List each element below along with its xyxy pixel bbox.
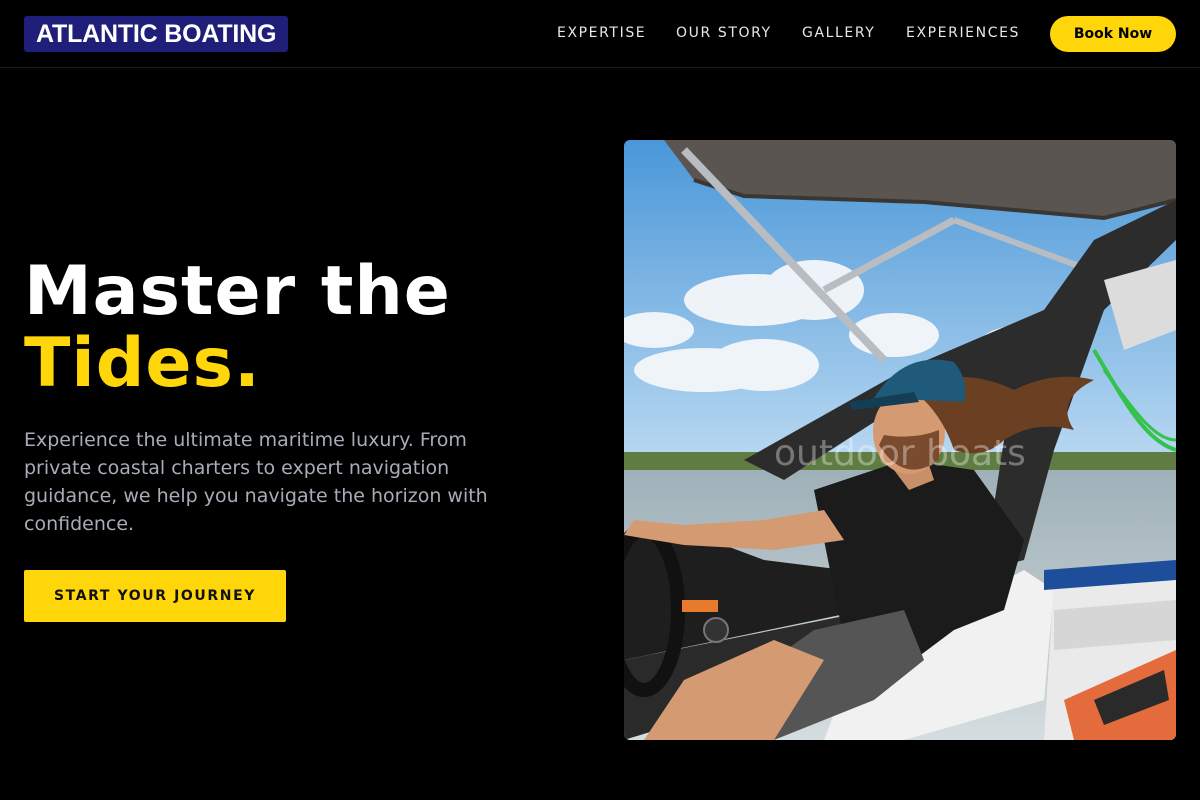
hero-image: outdoor boats <box>624 140 1176 740</box>
start-journey-button[interactable]: START YOUR JOURNEY <box>24 570 286 622</box>
headline-accent: Tides. <box>24 324 261 403</box>
svg-text:outdoor boats: outdoor boats <box>774 433 1026 474</box>
nav-gallery[interactable]: GALLERY <box>802 24 875 42</box>
hero-headline: Master the Tides. <box>24 256 451 400</box>
hero-lead: Experience the ultimate maritime luxury.… <box>24 429 488 535</box>
site-header: ATLANTIC BOATING EXPERTISE OUR STORY GAL… <box>0 0 1200 68</box>
nav-expertise[interactable]: EXPERTISE <box>557 24 646 42</box>
book-now-button[interactable]: Book Now <box>1050 16 1176 52</box>
nav-our-story[interactable]: OUR STORY <box>676 24 772 42</box>
nav-experiences[interactable]: EXPERIENCES <box>906 24 1020 42</box>
headline-line-1: Master the <box>24 252 451 331</box>
logo[interactable]: ATLANTIC BOATING <box>24 16 289 52</box>
